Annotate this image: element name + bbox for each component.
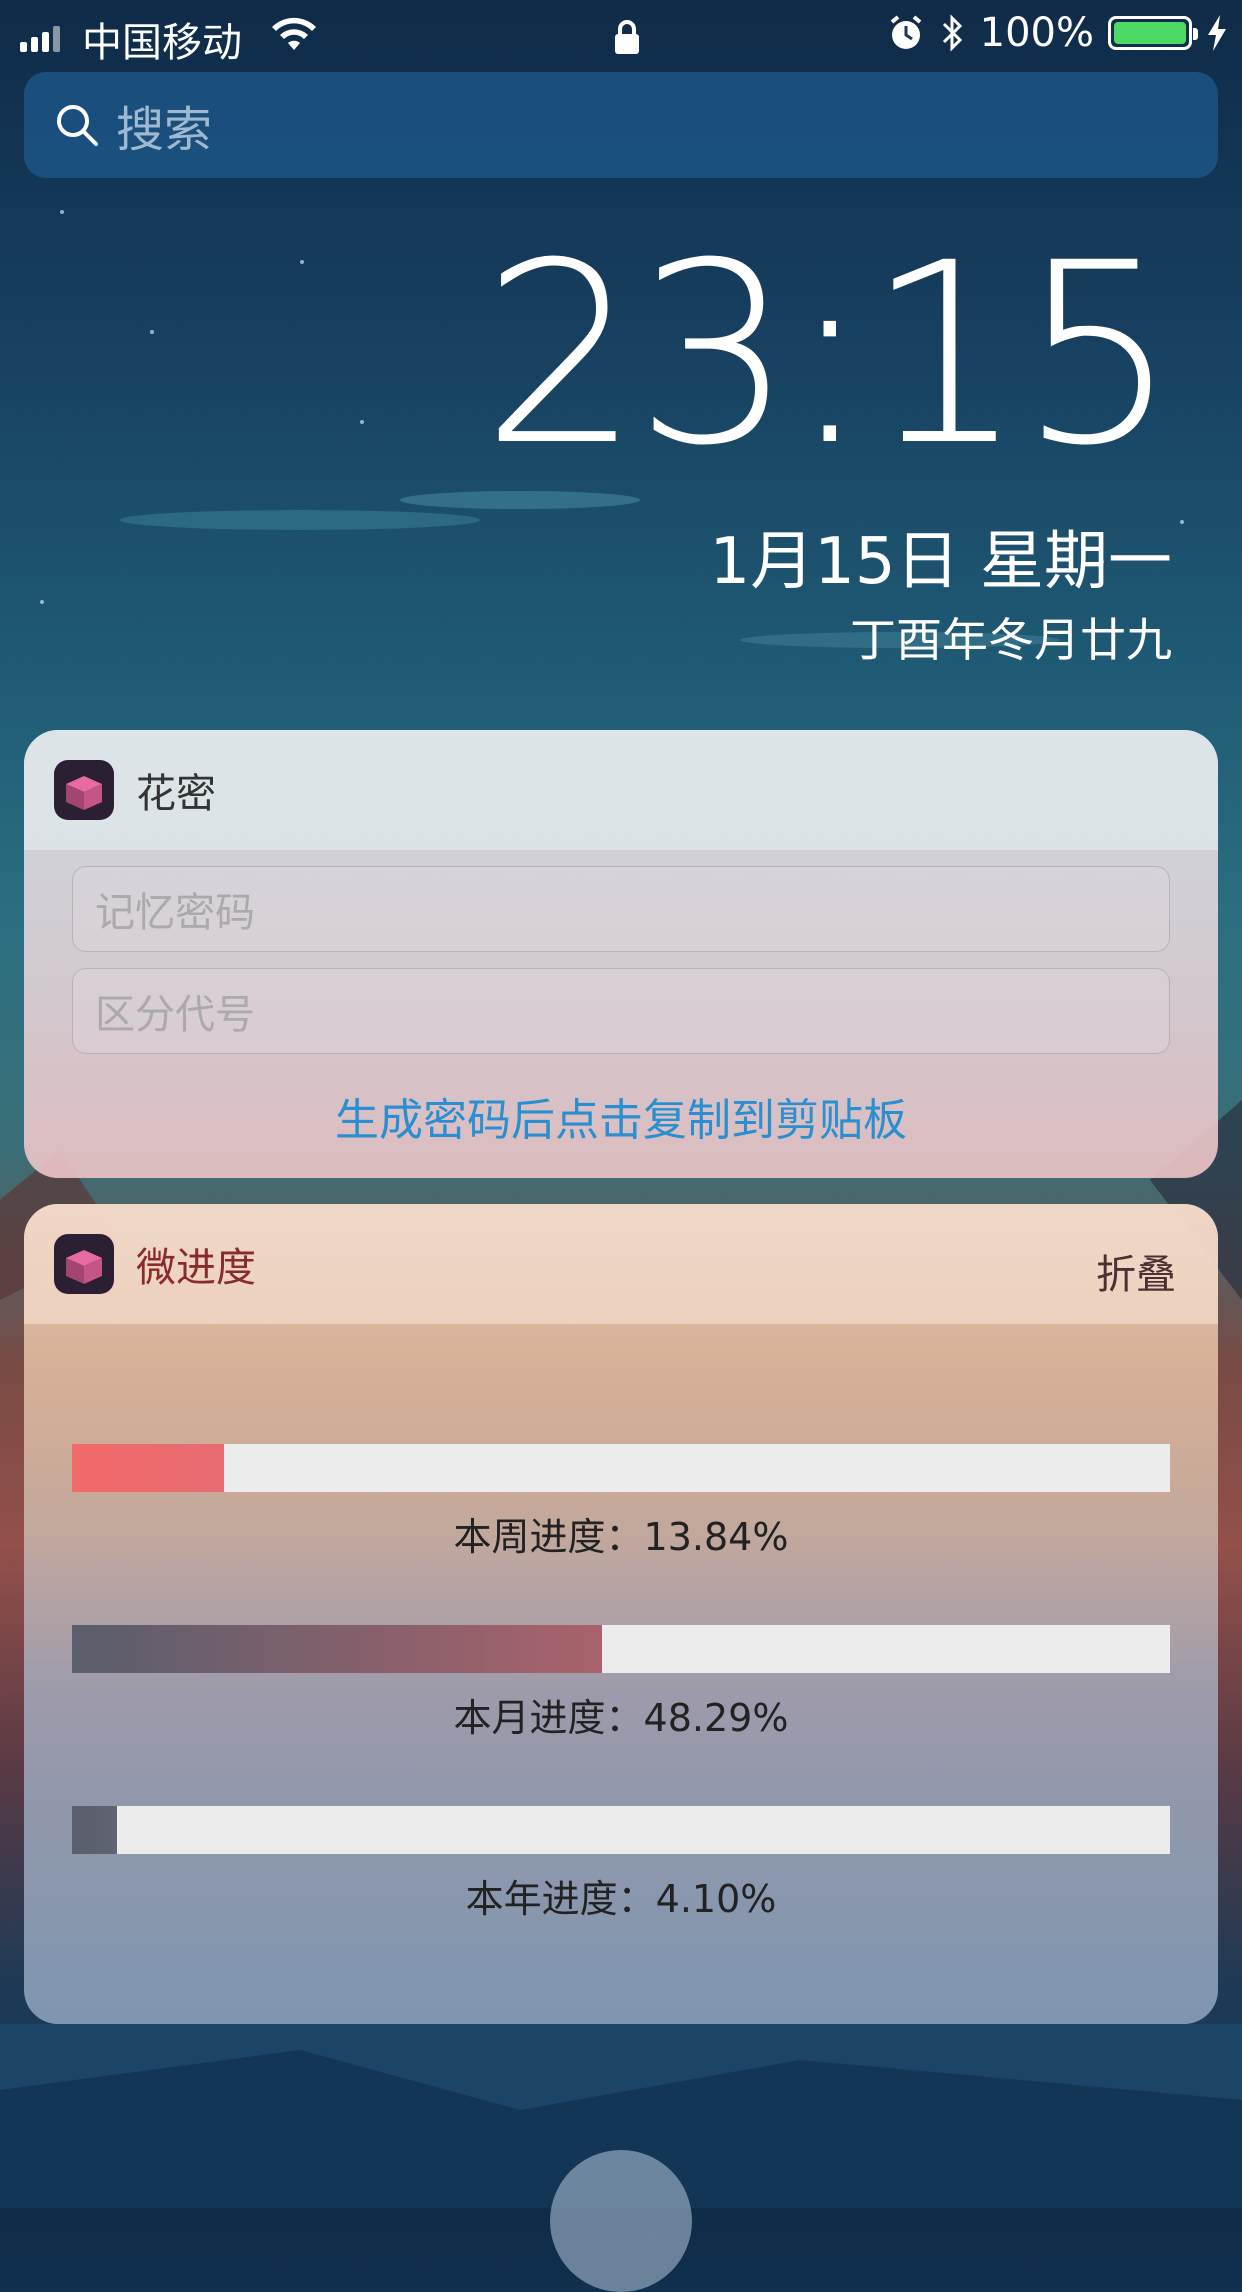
month-progress-fill [72,1625,603,1673]
app-icon [54,760,114,820]
lock-screen-date: 1月15日 星期一 [709,525,1173,599]
carrier-name: 中国移动 [82,20,242,66]
lock-screen-time: 23:15 [481,209,1178,500]
charging-icon [1208,15,1226,51]
collapse-button[interactable]: 折叠 [1096,1242,1176,1300]
year-progress-label: 本年进度：4.10% [465,1877,777,1921]
battery-percentage: 100% [979,10,1094,56]
week-progress-bar [72,1444,1170,1492]
widget-header[interactable]: 微进度 折叠 [24,1204,1218,1324]
widget-title: 花密 [136,771,216,817]
distinguish-code-input[interactable]: 区分代号 [72,968,1170,1054]
distinguish-code-placeholder: 区分代号 [95,992,255,1038]
widget-progress: 微进度 折叠 本周进度：13.84% 本月进度：48.29% 本年进度：4.10… [24,1204,1218,2024]
month-progress-bar [72,1625,1170,1673]
app-icon [54,1234,114,1294]
search-icon [57,105,98,146]
search-bar[interactable]: 搜索 [24,72,1218,178]
heart-cube-icon [66,776,102,810]
month-progress-label: 本月进度：48.29% [453,1696,789,1740]
year-progress-fill [72,1806,118,1854]
bluetooth-icon [942,14,962,52]
battery-icon [1108,16,1198,50]
lock-icon [615,20,639,54]
status-bar: 中国移动 100% [0,0,1242,70]
search-placeholder: 搜索 [116,102,213,158]
year-progress-bar [72,1806,1170,1854]
wifi-icon [272,17,316,50]
heart-cube-icon [66,1250,102,1284]
copy-to-clipboard-button[interactable]: 生成密码后点击复制到剪贴板 [24,1084,1218,1148]
widget-huami: 花密 记忆密码 区分代号 生成密码后点击复制到剪贴板 [24,730,1218,1178]
lunar-date: 丁酉年冬月廿九 [850,613,1172,667]
battery-fill [1114,22,1186,44]
week-progress-fill [72,1444,224,1492]
camera-shortcut-button[interactable] [550,2150,692,2292]
alarm-icon [890,15,921,49]
memory-password-input[interactable]: 记忆密码 [72,866,1170,952]
week-progress-label: 本周进度：13.84% [453,1515,789,1559]
memory-password-placeholder: 记忆密码 [95,890,255,936]
widget-header[interactable]: 花密 [24,730,1218,850]
widget-title: 微进度 [136,1245,256,1291]
signal-strength-icon [20,24,60,52]
